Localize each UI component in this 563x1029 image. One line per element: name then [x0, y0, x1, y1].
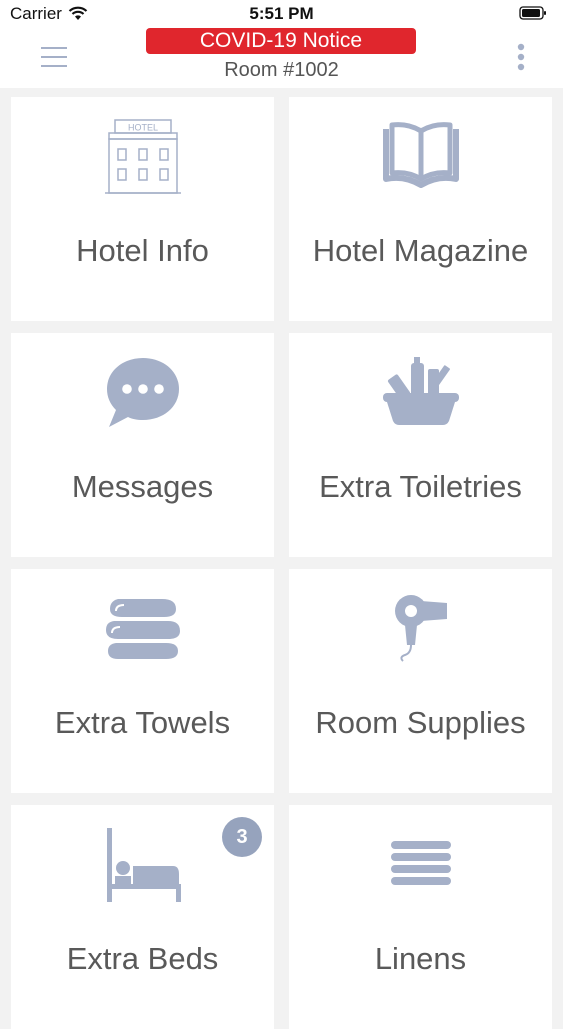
- hotel-sign-text: HOTEL: [127, 123, 157, 133]
- tile-label: Linens: [374, 941, 467, 976]
- tile-label: Extra Beds: [66, 941, 219, 976]
- tile-messages[interactable]: Messages: [11, 333, 274, 557]
- tile-label: Hotel Info: [76, 233, 209, 268]
- linens-stack-icon: [289, 823, 552, 905]
- covid-notice-button[interactable]: COVID-19 Notice: [146, 28, 416, 54]
- tile-linens[interactable]: Linens: [289, 805, 552, 1029]
- tile-label: Extra Towels: [54, 705, 231, 740]
- tile-room-supplies[interactable]: Room Supplies: [289, 569, 552, 793]
- tile-extra-beds[interactable]: 3 Extra Beds: [11, 805, 274, 1029]
- extra-beds-count-badge: 3: [222, 817, 262, 857]
- room-number: Room #1002: [224, 59, 339, 81]
- tile-hotel-magazine[interactable]: Hotel Magazine: [289, 97, 552, 321]
- nav-header: COVID-19 Notice Room #1002: [0, 28, 563, 88]
- open-book-icon: [289, 115, 552, 197]
- tile-extra-towels[interactable]: Extra Towels: [11, 569, 274, 793]
- hair-dryer-icon: [289, 587, 552, 669]
- services-grid: HOTEL Hotel Info Hotel Magazine Messages…: [11, 97, 552, 1029]
- tile-label: Room Supplies: [315, 705, 526, 740]
- status-time: 5:51 PM: [249, 4, 314, 23]
- more-options-icon[interactable]: [509, 42, 533, 74]
- battery-icon: [519, 6, 547, 25]
- toiletries-basket-icon: [289, 351, 552, 433]
- hotel-building-icon: HOTEL: [11, 115, 274, 197]
- tile-hotel-info[interactable]: HOTEL Hotel Info: [11, 97, 274, 321]
- folded-towels-icon: [11, 587, 274, 669]
- tile-label: Hotel Magazine: [312, 233, 529, 268]
- chat-bubble-icon: [11, 351, 274, 433]
- tile-label: Messages: [71, 469, 214, 504]
- tile-extra-toiletries[interactable]: Extra Toiletries: [289, 333, 552, 557]
- tile-label: Extra Toiletries: [319, 469, 522, 504]
- status-bar: Carrier 5:51 PM: [0, 0, 563, 28]
